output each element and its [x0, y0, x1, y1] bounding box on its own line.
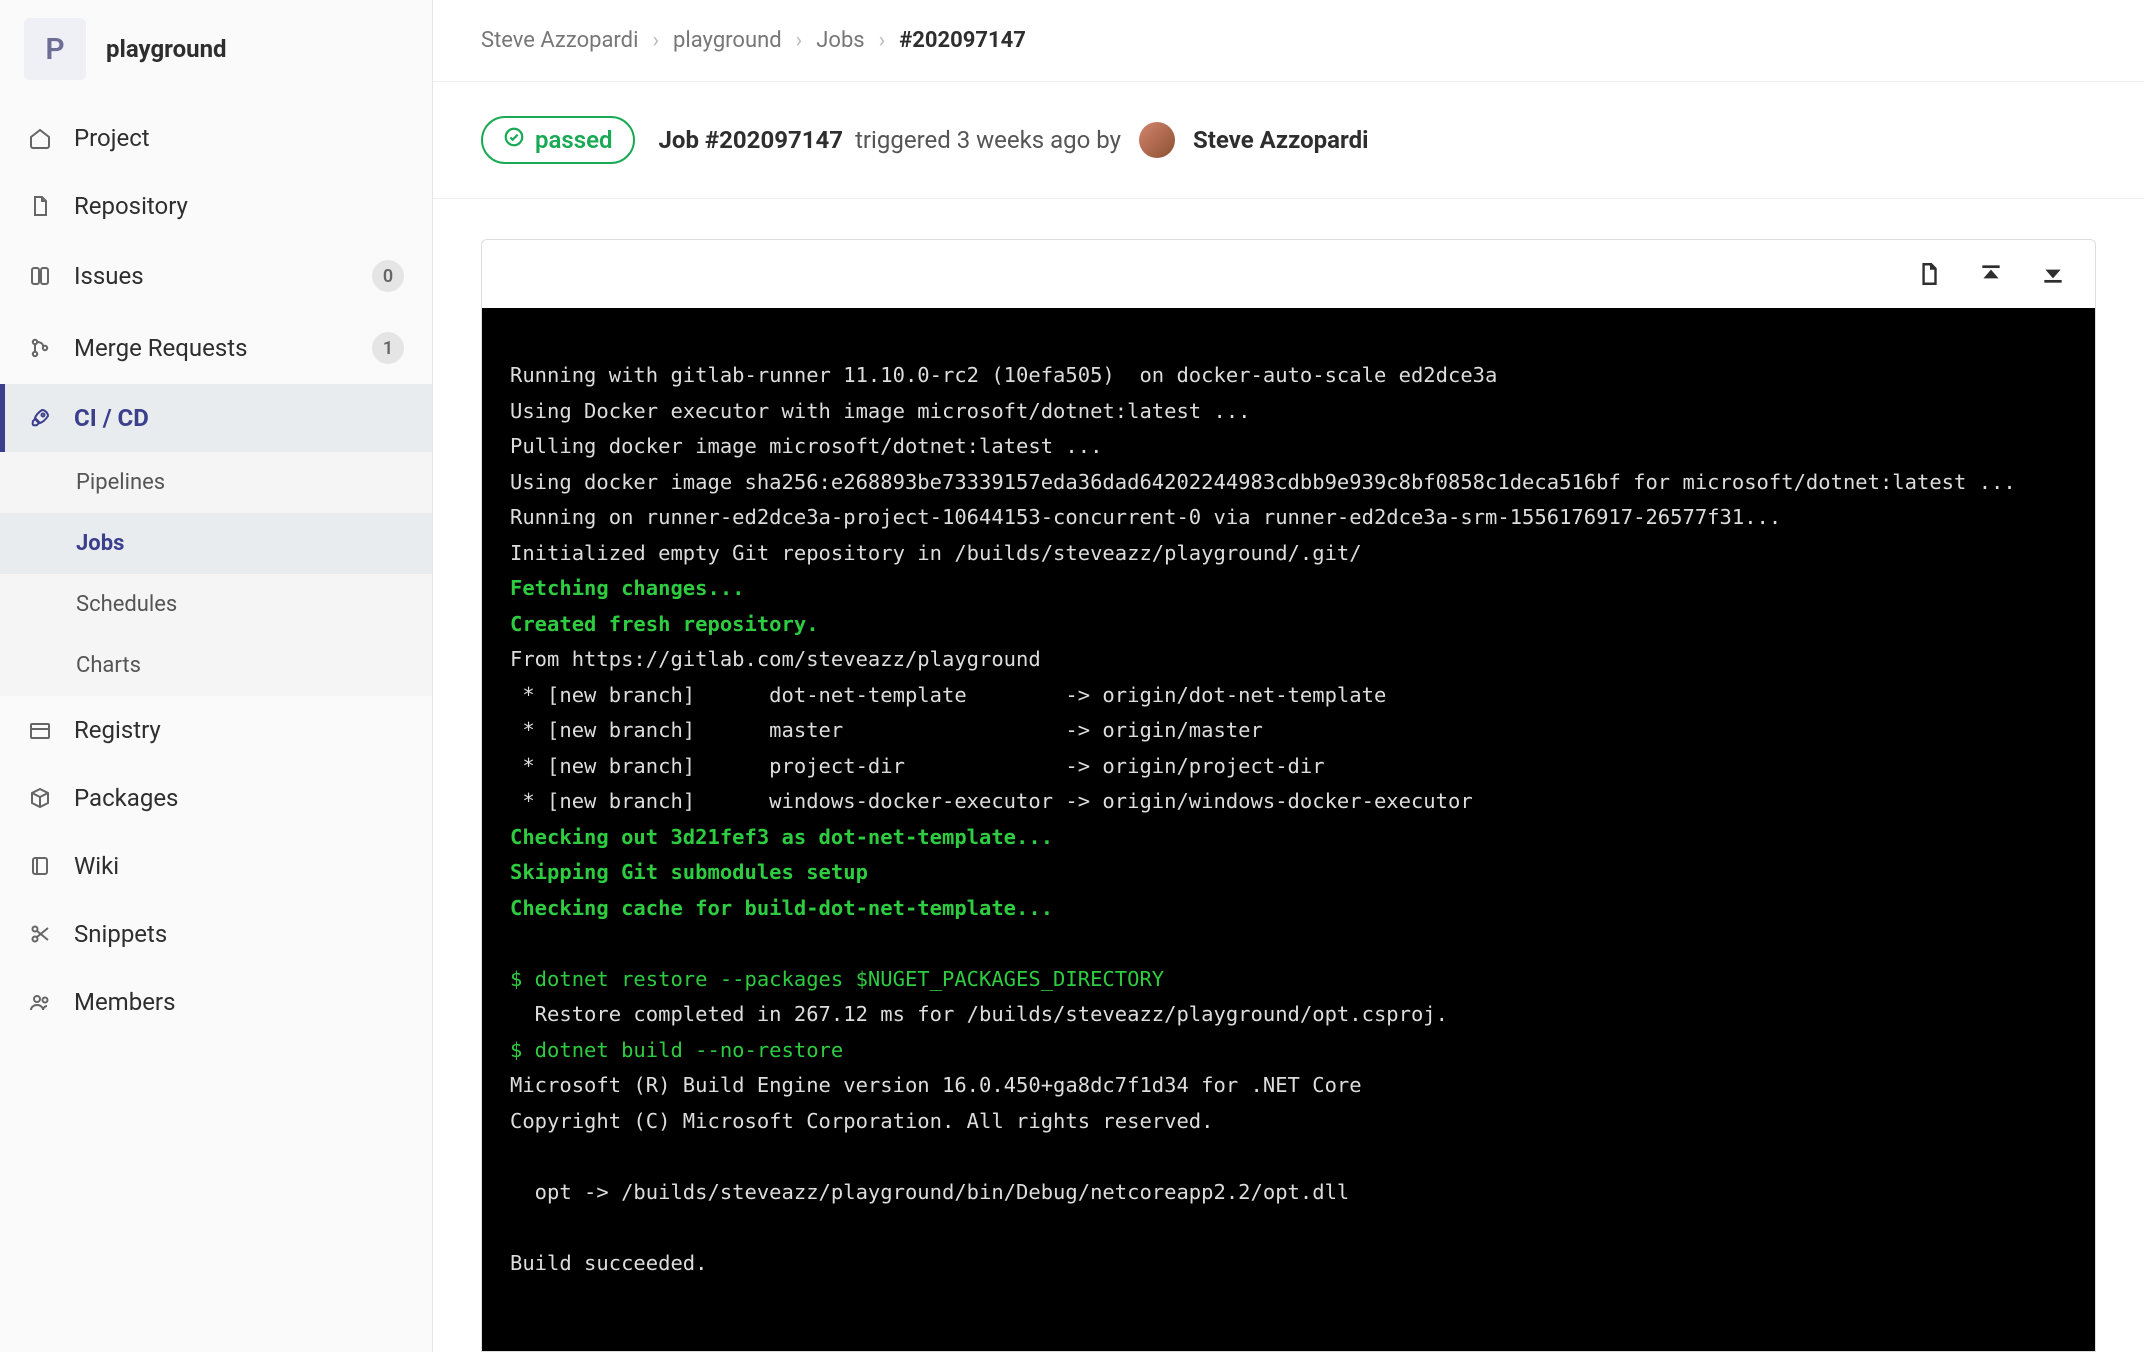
merge-icon [28, 336, 52, 360]
show-raw-icon[interactable] [1915, 260, 1943, 288]
sidebar-item-label: Project [74, 124, 150, 152]
sidebar-item-members[interactable]: Members [0, 968, 432, 1036]
job-log-container: Running with gitlab-runner 11.10.0-rc2 (… [481, 239, 2096, 1352]
sidebar-item-registry[interactable]: Registry [0, 696, 432, 764]
file-icon [28, 194, 52, 218]
sidebar-item-label: Wiki [74, 852, 119, 880]
sidebar-item-label: Snippets [74, 920, 167, 948]
users-icon [28, 990, 52, 1014]
log-toolbar [482, 240, 2095, 308]
sidebar: P playground Project Repository Issues 0 Mer… [0, 0, 433, 1352]
sidebar-item-label: Packages [74, 784, 178, 812]
issues-icon [28, 264, 52, 288]
sidebar-item-issues[interactable]: Issues 0 [0, 240, 432, 312]
sidebar-item-label: Registry [74, 716, 161, 744]
breadcrumb-item[interactable]: playground [673, 28, 782, 53]
project-header[interactable]: P playground [0, 12, 432, 104]
sidebar-nav: Project Repository Issues 0 Merge Requests 1 C… [0, 104, 432, 1036]
avatar[interactable] [1139, 122, 1175, 158]
job-log[interactable]: Running with gitlab-runner 11.10.0-rc2 (… [482, 308, 2095, 1351]
sidebar-item-count: 0 [372, 260, 404, 292]
sidebar-item-repository[interactable]: Repository [0, 172, 432, 240]
sidebar-item-project[interactable]: Project [0, 104, 432, 172]
check-circle-icon [503, 126, 525, 154]
sidebar-item-label: CI / CD [74, 404, 149, 432]
breadcrumb-item[interactable]: Jobs [816, 28, 864, 53]
sidebar-item-merge-requests[interactable]: Merge Requests 1 [0, 312, 432, 384]
sidebar-item-label: Issues [74, 262, 144, 290]
sidebar-subitem-pipelines[interactable]: Pipelines [0, 452, 432, 513]
sidebar-subitem-jobs[interactable]: Jobs [0, 513, 432, 574]
main-content: Steve Azzopardi › playground › Jobs › #2020971… [433, 0, 2144, 1352]
sidebar-item-ci-cd[interactable]: CI / CD [0, 384, 432, 452]
scissors-icon [28, 922, 52, 946]
book-icon [28, 854, 52, 878]
chevron-right-icon: › [879, 28, 886, 53]
chevron-right-icon: › [652, 28, 659, 53]
home-icon [28, 126, 52, 150]
job-title-line: Job #202097147 triggered 3 weeks ago by … [659, 122, 1369, 158]
chevron-right-icon: › [796, 28, 803, 53]
breadcrumb-item[interactable]: #202097147 [899, 28, 1026, 53]
job-user[interactable]: Steve Azzopardi [1193, 126, 1368, 154]
sidebar-item-count: 1 [372, 332, 404, 364]
job-header: passed Job #202097147 triggered 3 weeks … [433, 82, 2144, 199]
job-trigger-meta: triggered 3 weeks ago by [855, 126, 1121, 154]
project-name: playground [106, 35, 227, 63]
sidebar-item-wiki[interactable]: Wiki [0, 832, 432, 900]
breadcrumb-item[interactable]: Steve Azzopardi [481, 28, 638, 53]
sidebar-item-snippets[interactable]: Snippets [0, 900, 432, 968]
sidebar-item-label: Members [74, 988, 175, 1016]
project-avatar: P [24, 18, 86, 80]
sidebar-item-label: Repository [74, 192, 188, 220]
scroll-bottom-icon[interactable] [2039, 260, 2067, 288]
sidebar-subitem-schedules[interactable]: Schedules [0, 574, 432, 635]
status-badge[interactable]: passed [481, 116, 635, 164]
sidebar-subitem-charts[interactable]: Charts [0, 635, 432, 696]
sidebar-subnav: PipelinesJobsSchedulesCharts [0, 452, 432, 696]
status-label: passed [535, 126, 613, 154]
sidebar-item-label: Merge Requests [74, 334, 247, 362]
registry-icon [28, 718, 52, 742]
sidebar-item-packages[interactable]: Packages [0, 764, 432, 832]
job-title: Job #202097147 [659, 126, 844, 154]
scroll-top-icon[interactable] [1977, 260, 2005, 288]
package-icon [28, 786, 52, 810]
breadcrumb: Steve Azzopardi › playground › Jobs › #2020971… [433, 0, 2144, 82]
rocket-icon [28, 406, 52, 430]
